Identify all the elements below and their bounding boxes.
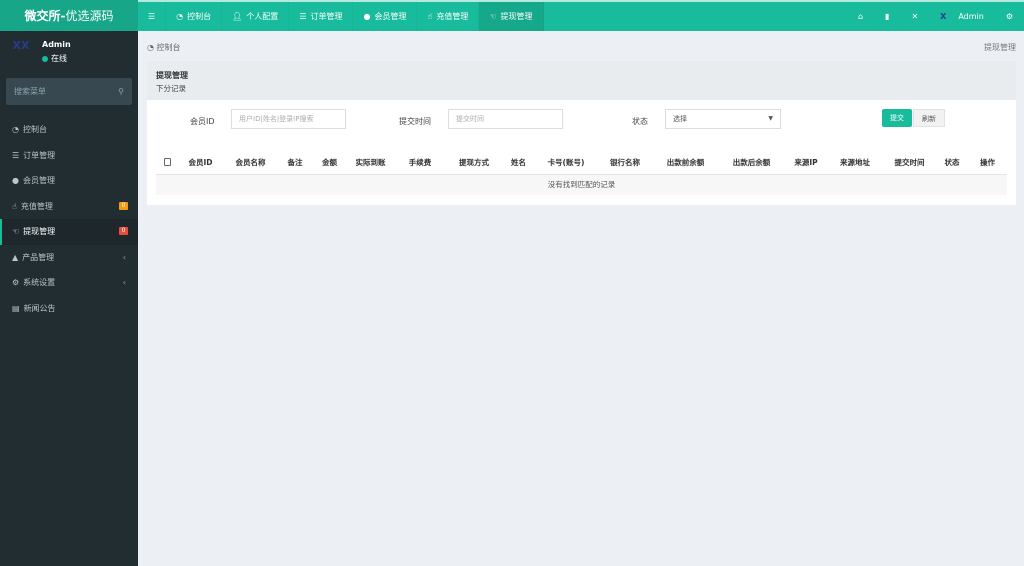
menu-icon: ⚙ bbox=[12, 278, 20, 288]
column-header[interactable]: 提现方式 bbox=[446, 152, 502, 175]
column-header[interactable]: 银行名称 bbox=[597, 152, 653, 175]
refresh-button[interactable]: 刷新 bbox=[913, 109, 945, 127]
sidebar: XX Admin 在线 搜索菜单 ⚲ ◔ 控制台 ☰ 订单管理 ● 会员管理 ☝︎ 充值管理 0 ☜… bbox=[0, 31, 138, 566]
user-icon: 👤︎ bbox=[232, 12, 243, 21]
status-select[interactable]: 选择 ▼ bbox=[665, 109, 781, 129]
tab-profile[interactable]: 👤︎ 个人配置 bbox=[222, 2, 290, 31]
submit-time-input[interactable]: 提交时间 bbox=[448, 109, 563, 129]
avatar: X bbox=[940, 12, 947, 21]
column-header[interactable]: 来源IP bbox=[785, 152, 827, 175]
empty-row: 没有找到匹配的记录 bbox=[156, 174, 1007, 195]
sidebar-item-4[interactable]: ☜︎ 提现管理 0 bbox=[0, 219, 138, 245]
column-header[interactable]: 卡号(账号) bbox=[535, 152, 597, 175]
search-icon[interactable]: ⚲ bbox=[118, 87, 124, 96]
sidebar-item-0[interactable]: ◔ 控制台 bbox=[0, 117, 138, 143]
menu-icon: ☜︎ bbox=[12, 227, 20, 237]
breadcrumb[interactable]: ◔ 控制台 bbox=[147, 42, 181, 53]
home-icon: ⌂ bbox=[857, 12, 864, 21]
column-header[interactable]: 操作 bbox=[968, 152, 1007, 175]
column-header[interactable]: 会员ID bbox=[178, 152, 223, 175]
column-header[interactable]: 备注 bbox=[278, 152, 312, 175]
hand-icon: ☝︎ bbox=[427, 12, 433, 21]
tab-members[interactable]: ● 会员管理 bbox=[353, 2, 418, 31]
settings-button[interactable]: ⚙ bbox=[995, 2, 1024, 31]
column-header[interactable]: 来源地址 bbox=[827, 152, 883, 175]
menu-icon: ▤ bbox=[12, 303, 20, 313]
list-icon: ☰ bbox=[299, 12, 307, 21]
column-header[interactable]: 手续费 bbox=[394, 152, 446, 175]
column-header[interactable]: 提交时间 bbox=[883, 152, 936, 175]
empty-message: 没有找到匹配的记录 bbox=[156, 174, 1007, 195]
users-icon: ● bbox=[363, 12, 371, 21]
user-panel: XX Admin 在线 bbox=[0, 31, 138, 71]
sidebar-item-2[interactable]: ● 会员管理 bbox=[0, 168, 138, 194]
column-header[interactable]: 出款前余额 bbox=[653, 152, 718, 175]
sidebar-item-5[interactable]: ▲ 产品管理 ‹ bbox=[0, 245, 138, 271]
count-badge: 0 bbox=[119, 201, 128, 210]
submit-button[interactable]: 提交 bbox=[882, 109, 912, 127]
main-content: ◔ 控制台 提现管理 提现管理下分记录 会员ID 用户ID|姓名|登录IP搜索 … bbox=[138, 31, 1024, 566]
dashboard-icon: ◔ bbox=[176, 12, 184, 21]
sidebar-item-6[interactable]: ⚙ 系统设置 ‹ bbox=[0, 270, 138, 296]
tab-orders[interactable]: ☰ 订单管理 bbox=[289, 2, 354, 31]
panel: 提现管理下分记录 会员ID 用户ID|姓名|登录IP搜索 提交时间 提交时间 状… bbox=[147, 61, 1016, 205]
fullscreen-button[interactable]: ✕ bbox=[900, 2, 929, 31]
panel-title: 提现管理 bbox=[156, 71, 188, 80]
column-header[interactable]: 姓名 bbox=[502, 152, 535, 175]
user-menu[interactable]: X Admin bbox=[929, 2, 995, 31]
withdraw-table: 会员ID 会员名称 备注 金额 实际到账 手续费 提现方式 姓名 卡号(账号) 银行名称 出款前余额… bbox=[156, 152, 1007, 195]
brand-logo[interactable]: 微交所- 优选源码 bbox=[0, 0, 138, 31]
select-all-checkbox[interactable] bbox=[163, 157, 171, 166]
panel-subtitle: 下分记录 bbox=[156, 84, 186, 93]
column-header[interactable]: 金额 bbox=[312, 152, 347, 175]
caret-down-icon: ▼ bbox=[768, 115, 773, 122]
menu-icon: ▲ bbox=[12, 252, 19, 262]
trash-icon: ▮ bbox=[885, 12, 890, 21]
sidebar-item-7[interactable]: ▤ 新闻公告 bbox=[0, 296, 138, 322]
menu-icon: ☝︎ bbox=[12, 201, 17, 211]
column-header[interactable]: 出款后余额 bbox=[718, 152, 785, 175]
column-header[interactable]: 实际到账 bbox=[347, 152, 394, 175]
chevron-left-icon: ‹ bbox=[122, 252, 126, 262]
menu-search-input[interactable]: 搜索菜单 ⚲ bbox=[6, 78, 132, 105]
clear-cache-button[interactable]: ▮ bbox=[874, 2, 900, 31]
column-header[interactable]: 会员名称 bbox=[223, 152, 278, 175]
menu-toggle-button[interactable]: ☰ bbox=[138, 2, 167, 31]
expand-icon: ✕ bbox=[911, 12, 919, 21]
count-badge: 0 bbox=[119, 227, 128, 235]
breadcrumb-current: 提现管理 bbox=[984, 43, 1016, 52]
hand-icon: ☜︎ bbox=[489, 12, 497, 21]
tab-dashboard[interactable]: ◔ 控制台 bbox=[166, 2, 223, 31]
member-search-input[interactable]: 用户ID|姓名|登录IP搜索 bbox=[231, 109, 346, 129]
menu-icon: ☰ bbox=[12, 150, 20, 160]
menu-icon: ● bbox=[12, 176, 19, 186]
tab-withdraw[interactable]: ☜︎ 提现管理 bbox=[479, 2, 544, 31]
menu-icon: ◔ bbox=[12, 125, 19, 135]
gears-icon: ⚙ bbox=[1005, 12, 1013, 21]
chevron-left-icon: ‹ bbox=[122, 278, 126, 288]
online-dot-icon bbox=[42, 55, 48, 62]
tab-recharge[interactable]: ☝︎ 充值管理 bbox=[417, 2, 480, 31]
home-button[interactable]: ⌂ bbox=[847, 2, 874, 31]
sidebar-item-3[interactable]: ☝︎ 充值管理 0 bbox=[0, 194, 138, 220]
column-header[interactable]: 状态 bbox=[936, 152, 968, 175]
top-nav: ☰ ◔ 控制台 👤︎ 个人配置 ☰ 订单管理 ● 会员管理 ☝︎ 充值管理 ☜︎ 提现管理 … bbox=[138, 0, 1024, 31]
avatar: XX bbox=[12, 39, 30, 52]
sidebar-item-1[interactable]: ☰ 订单管理 bbox=[0, 143, 138, 169]
